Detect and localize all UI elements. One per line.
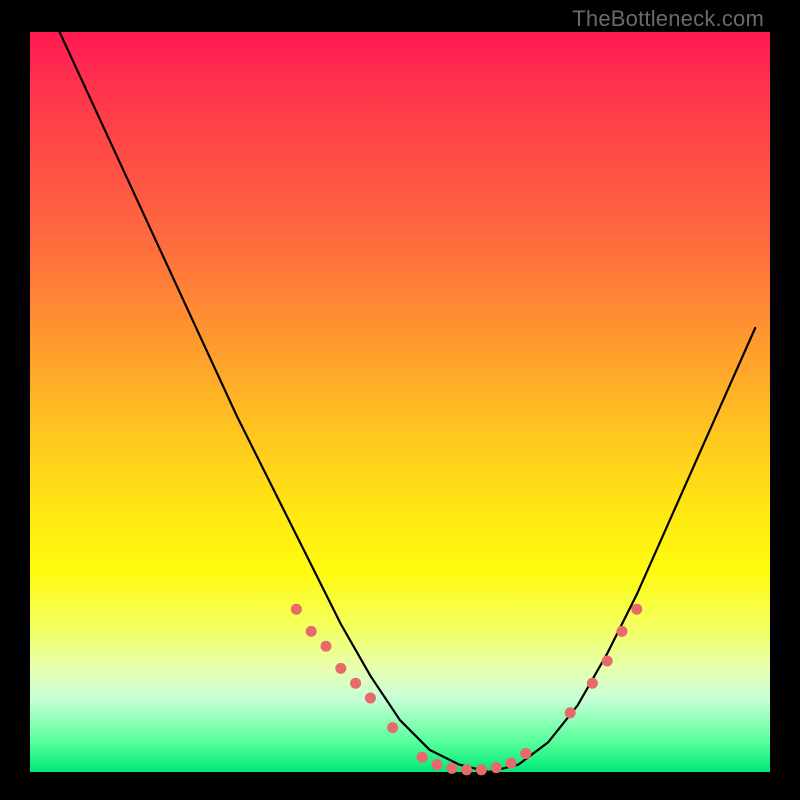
data-marker (461, 764, 472, 775)
data-marker (617, 626, 628, 637)
data-marker (350, 678, 361, 689)
data-marker (602, 656, 613, 667)
data-marker (565, 707, 576, 718)
data-marker (306, 626, 317, 637)
data-marker (365, 693, 376, 704)
chart-frame (30, 32, 770, 772)
data-marker (291, 604, 302, 615)
data-marker (335, 663, 346, 674)
data-marker (387, 722, 398, 733)
data-marker (321, 641, 332, 652)
data-marker (506, 758, 517, 769)
data-marker (476, 764, 487, 775)
data-marker (417, 752, 428, 763)
data-marker (520, 748, 531, 759)
data-marker (587, 678, 598, 689)
data-marker (446, 763, 457, 774)
data-marker (491, 762, 502, 773)
bottleneck-curve (60, 32, 756, 772)
chart-svg (30, 32, 770, 772)
data-marker (432, 759, 443, 770)
data-marker (631, 604, 642, 615)
watermark-text: TheBottleneck.com (572, 6, 764, 32)
